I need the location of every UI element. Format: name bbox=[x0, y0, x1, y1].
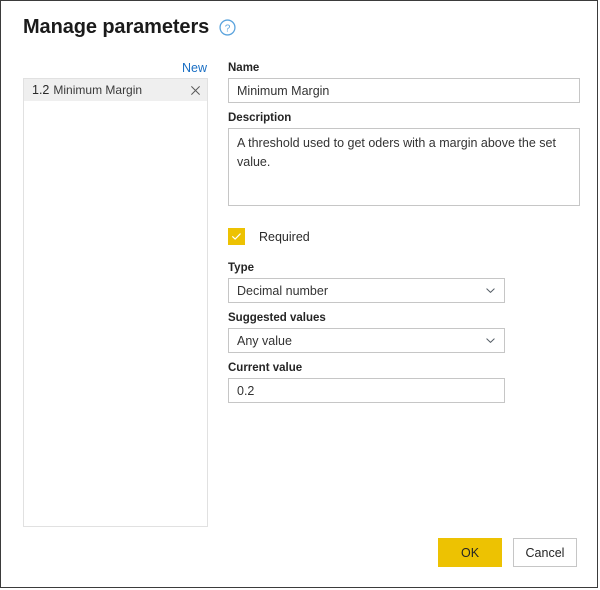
parameter-list-panel: 1.2 Minimum Margin bbox=[23, 78, 208, 527]
close-icon[interactable] bbox=[190, 85, 201, 96]
type-field-group: Type Decimal number bbox=[228, 261, 505, 303]
list-item-number: 1.2 bbox=[32, 83, 50, 97]
cancel-button[interactable]: Cancel bbox=[513, 538, 577, 567]
svg-text:?: ? bbox=[225, 23, 231, 34]
current-value-input[interactable] bbox=[228, 378, 505, 403]
suggested-values-field-group: Suggested values Any value bbox=[228, 311, 505, 353]
required-label: Required bbox=[259, 229, 310, 244]
current-value-label: Current value bbox=[228, 362, 303, 374]
description-label: Description bbox=[228, 112, 292, 124]
name-field-group: Name bbox=[228, 61, 580, 103]
type-select-value: Decimal number bbox=[237, 283, 329, 298]
type-select[interactable]: Decimal number bbox=[228, 278, 505, 303]
name-input[interactable] bbox=[228, 78, 580, 103]
required-checkbox[interactable] bbox=[228, 228, 245, 245]
dialog-footer: OK Cancel bbox=[438, 538, 577, 567]
chevron-down-icon[interactable] bbox=[485, 285, 496, 296]
description-field-group: Description bbox=[228, 111, 580, 211]
current-value-field-group: Current value bbox=[228, 361, 505, 403]
checkmark-icon bbox=[232, 233, 241, 240]
new-parameter-link[interactable]: New bbox=[182, 61, 207, 75]
page-title: Manage parameters bbox=[23, 16, 210, 38]
suggested-values-label: Suggested values bbox=[228, 312, 326, 324]
list-item[interactable]: 1.2 Minimum Margin bbox=[24, 79, 207, 101]
required-checkbox-row[interactable]: Required bbox=[228, 228, 310, 245]
description-textarea[interactable] bbox=[228, 128, 580, 206]
type-label: Type bbox=[228, 262, 254, 274]
help-circle-icon[interactable]: ? bbox=[219, 18, 236, 36]
name-label: Name bbox=[228, 62, 260, 74]
parameter-form: Name Description Required Type Decimal n… bbox=[228, 61, 580, 403]
dialog-header: Manage parameters ? bbox=[23, 17, 236, 37]
suggested-values-select-value: Any value bbox=[237, 333, 292, 348]
suggested-values-select[interactable]: Any value bbox=[228, 328, 505, 353]
chevron-down-icon[interactable] bbox=[485, 335, 496, 346]
list-item-label: Minimum Margin bbox=[53, 83, 143, 97]
manage-parameters-dialog: Manage parameters ? New 1.2 Minimum Marg… bbox=[0, 0, 598, 588]
ok-button[interactable]: OK bbox=[438, 538, 502, 567]
